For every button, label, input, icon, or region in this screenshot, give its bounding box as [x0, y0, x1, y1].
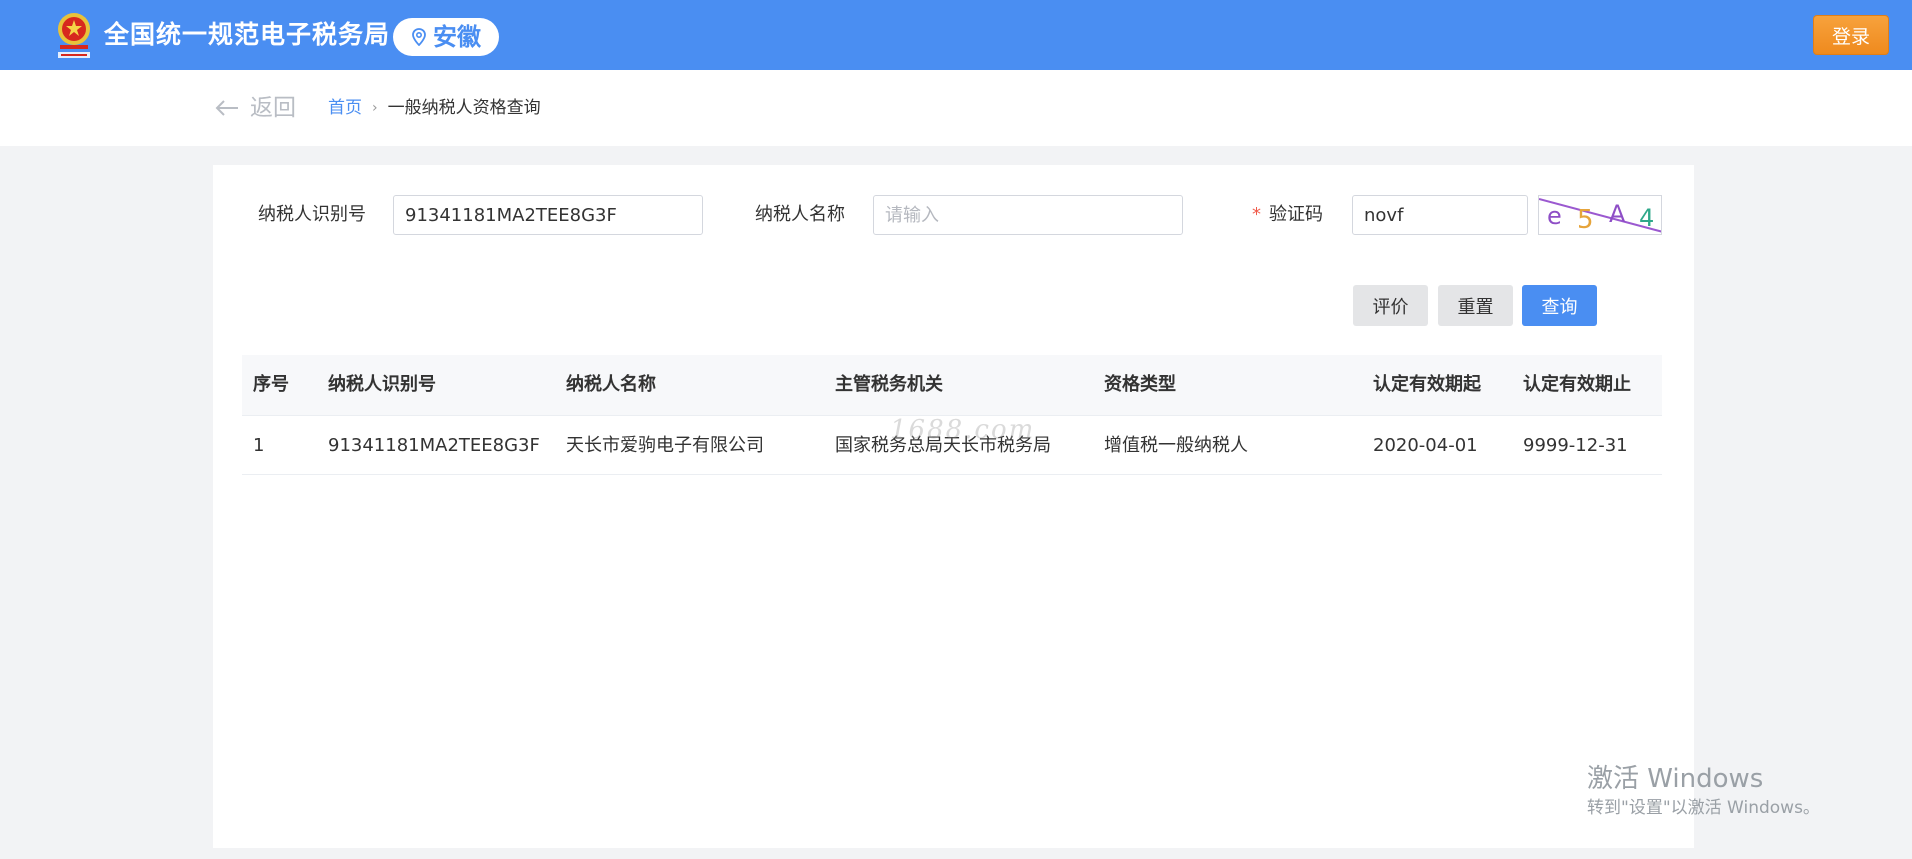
back-label: 返回 — [250, 95, 296, 121]
cell-valid-to: 9999-12-31 — [1523, 435, 1628, 456]
windows-activation-title: 激活 Windows — [1587, 764, 1764, 794]
taxpayer-id-label: 纳税人识别号 — [258, 204, 366, 225]
cell-qualification-type: 增值税一般纳税人 — [1104, 435, 1248, 456]
column-header-index: 序号 — [253, 374, 289, 395]
column-header-valid-to: 认定有效期止 — [1523, 374, 1631, 395]
column-header-qualification-type: 资格类型 — [1104, 374, 1176, 395]
site-title: 全国统一规范电子税务局 — [104, 20, 391, 49]
image-watermark: 1688.com — [890, 415, 1036, 445]
captcha-char-4: 4 — [1639, 204, 1654, 232]
evaluate-button[interactable]: 评价 — [1353, 285, 1428, 326]
taxpayer-id-input[interactable] — [393, 195, 703, 235]
captcha-image[interactable]: e 5 A 4 — [1538, 195, 1662, 235]
windows-activation-notice: 激活 Windows 转到"设置"以激活 Windows。 — [1587, 762, 1820, 820]
cell-valid-from: 2020-04-01 — [1373, 435, 1478, 456]
login-button[interactable]: 登录 — [1813, 15, 1889, 55]
cell-index: 1 — [253, 435, 265, 456]
breadcrumb-home-link[interactable]: 首页 — [328, 96, 362, 120]
cell-taxpayer-name: 天长市爱驹电子有限公司 — [566, 435, 764, 456]
captcha-input[interactable] — [1352, 195, 1528, 235]
windows-activation-hint: 转到"设置"以激活 Windows。 — [1587, 798, 1820, 818]
location-pin-icon — [412, 28, 426, 46]
query-button[interactable]: 查询 — [1522, 285, 1597, 326]
column-header-taxpayer-name: 纳税人名称 — [566, 374, 656, 395]
query-panel: 纳税人识别号 纳税人名称 * 验证码 e 5 A 4 评价 重置 查询 序号 纳税… — [213, 165, 1694, 848]
taxpayer-name-label: 纳税人名称 — [755, 204, 845, 225]
reset-button[interactable]: 重置 — [1438, 285, 1513, 326]
region-name: 安徽 — [433, 23, 481, 51]
breadcrumb-current: 一般纳税人资格查询 — [387, 98, 541, 118]
back-button[interactable]: 返回 — [214, 92, 296, 124]
column-header-tax-authority: 主管税务机关 — [835, 374, 943, 395]
column-header-taxpayer-id: 纳税人识别号 — [328, 374, 436, 395]
top-header: 全国统一规范电子税务局 安徽 登录 — [0, 0, 1912, 70]
breadcrumb-separator: › — [372, 100, 378, 116]
national-emblem-icon — [58, 13, 90, 58]
cell-taxpayer-id: 91341181MA2TEE8G3F — [328, 435, 540, 456]
required-mark: * — [1252, 204, 1261, 225]
captcha-label: * 验证码 — [1252, 195, 1323, 235]
table-header: 序号 纳税人识别号 纳税人名称 主管税务机关 资格类型 认定有效期起 认定有效期… — [242, 355, 1662, 415]
breadcrumb-bar: 返回 首页 › 一般纳税人资格查询 — [0, 70, 1912, 146]
breadcrumb: 首页 › 一般纳税人资格查询 — [328, 96, 541, 120]
captcha-char-3: A — [1609, 200, 1626, 228]
captcha-label-text: 验证码 — [1269, 204, 1323, 225]
region-selector[interactable]: 安徽 — [393, 18, 499, 56]
captcha-char-1: e — [1547, 202, 1562, 230]
captcha-char-2: 5 — [1577, 205, 1594, 235]
taxpayer-name-input[interactable] — [873, 195, 1183, 235]
arrow-left-icon — [215, 100, 238, 116]
column-header-valid-from: 认定有效期起 — [1373, 374, 1481, 395]
captcha-picture: e 5 A 4 — [1539, 198, 1661, 235]
